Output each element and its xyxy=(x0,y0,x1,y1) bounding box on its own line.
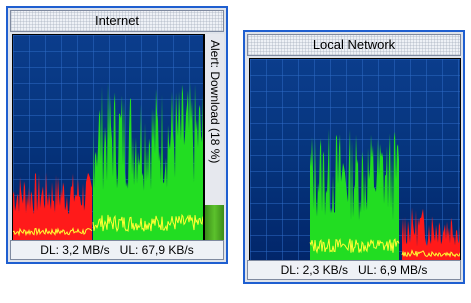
local-dl-rate: DL: 2,3 KB/s xyxy=(280,263,348,277)
local-network-traffic-graph xyxy=(249,58,461,262)
alert-label: Alert: Download (18 %) xyxy=(207,40,222,164)
internet-dl-rate: DL: 3,2 MB/s xyxy=(40,243,110,257)
local-network-title: Local Network xyxy=(247,34,461,56)
internet-status-bar: DL: 3,2 MB/s UL: 67,9 KB/s xyxy=(10,240,224,260)
internet-ul-rate: UL: 67,9 KB/s xyxy=(119,243,194,257)
internet-title: Internet xyxy=(10,10,224,32)
local-network-status-bar: DL: 2,3 KB/s UL: 6,9 MB/s xyxy=(247,260,461,280)
internet-graph-canvas xyxy=(13,35,203,241)
download-alert-meter: Alert: Download (18 %) xyxy=(204,34,224,242)
local-network-monitor-window[interactable]: Local Network DL: 2,3 KB/s UL: 6,9 MB/s xyxy=(243,30,465,284)
internet-monitor-window[interactable]: Internet Alert: Download (18 %) DL: 3,2 … xyxy=(6,6,228,264)
local-graph-canvas xyxy=(250,59,460,261)
local-ul-rate: UL: 6,9 MB/s xyxy=(358,263,428,277)
internet-traffic-graph xyxy=(12,34,204,242)
alert-level-fill xyxy=(205,204,224,242)
